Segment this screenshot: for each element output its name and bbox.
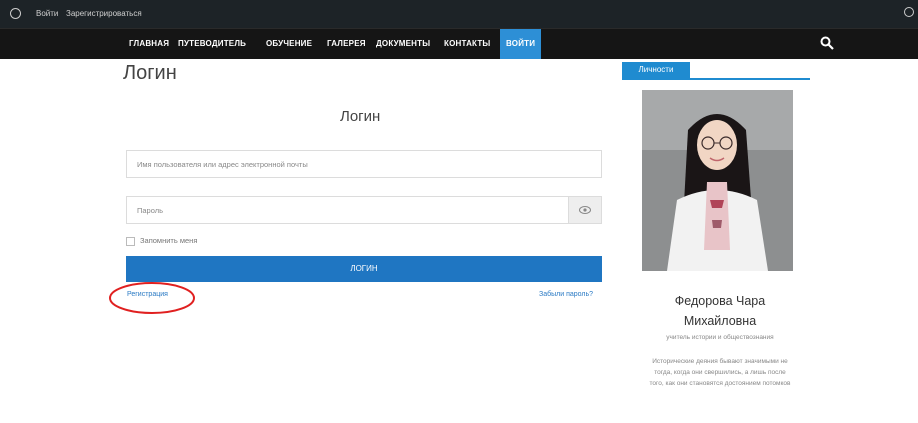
login-button[interactable]: ЛОГИН xyxy=(126,256,602,282)
search-icon[interactable] xyxy=(820,36,834,50)
eye-icon xyxy=(579,206,591,214)
remember-me-label: Запомнить меня xyxy=(140,236,198,245)
person-name-line1: Федорова Чара xyxy=(674,294,766,308)
remember-me-checkbox[interactable] xyxy=(126,236,135,246)
nav-item-home[interactable]: ГЛАВНАЯ xyxy=(129,29,169,59)
password-field[interactable]: Пароль xyxy=(126,196,602,224)
admin-bar-register-link[interactable]: Зарегистрироваться xyxy=(66,9,142,18)
nav-item-guide[interactable]: ПУТЕВОДИТЕЛЬ xyxy=(178,29,246,59)
username-placeholder: Имя пользователя или адрес электронной п… xyxy=(137,160,308,169)
person-name[interactable]: Федорова Чара Михайловна xyxy=(640,291,800,331)
nav-item-login[interactable]: ВОЙТИ xyxy=(500,29,542,59)
show-password-button[interactable] xyxy=(568,197,601,223)
annotation-ellipse xyxy=(109,282,195,314)
nav-item-gallery[interactable]: ГАЛЕРЕЯ xyxy=(327,29,366,59)
remember-me[interactable]: Запомнить меня xyxy=(126,236,197,246)
admin-bar-login-link[interactable]: Войти xyxy=(36,9,58,18)
main-navigation: ГЛАВНАЯ ПУТЕВОДИТЕЛЬ ОБУЧЕНИЕ ГАЛЕРЕЯ ДО… xyxy=(0,28,918,59)
person-role: учитель истории и обществознания xyxy=(666,334,774,341)
page-title: Логин xyxy=(123,62,177,84)
sidebar-tab-personalities[interactable]: Личности xyxy=(622,62,690,78)
nav-item-documents[interactable]: ДОКУМЕНТЫ xyxy=(376,29,430,59)
nav-item-contacts[interactable]: КОНТАКТЫ xyxy=(444,29,490,59)
username-field[interactable]: Имя пользователя или адрес электронной п… xyxy=(126,150,602,178)
forgot-password-link[interactable]: Забыли пароль? xyxy=(539,291,593,298)
password-placeholder: Пароль xyxy=(137,206,164,215)
sidebar-divider xyxy=(622,78,810,80)
admin-bar: Войти Зарегистрироваться xyxy=(0,0,918,28)
person-quote: Исторические деяния бывают значимыми не … xyxy=(649,358,791,387)
person-photo xyxy=(642,90,793,271)
nav-item-learning[interactable]: ОБУЧЕНИЕ xyxy=(266,29,312,59)
person-name-line2: Михайловна xyxy=(683,314,757,328)
login-form-title: Логин xyxy=(340,108,381,125)
admin-bar-search-icon[interactable] xyxy=(904,7,914,17)
wordpress-logo-icon[interactable] xyxy=(10,8,21,19)
